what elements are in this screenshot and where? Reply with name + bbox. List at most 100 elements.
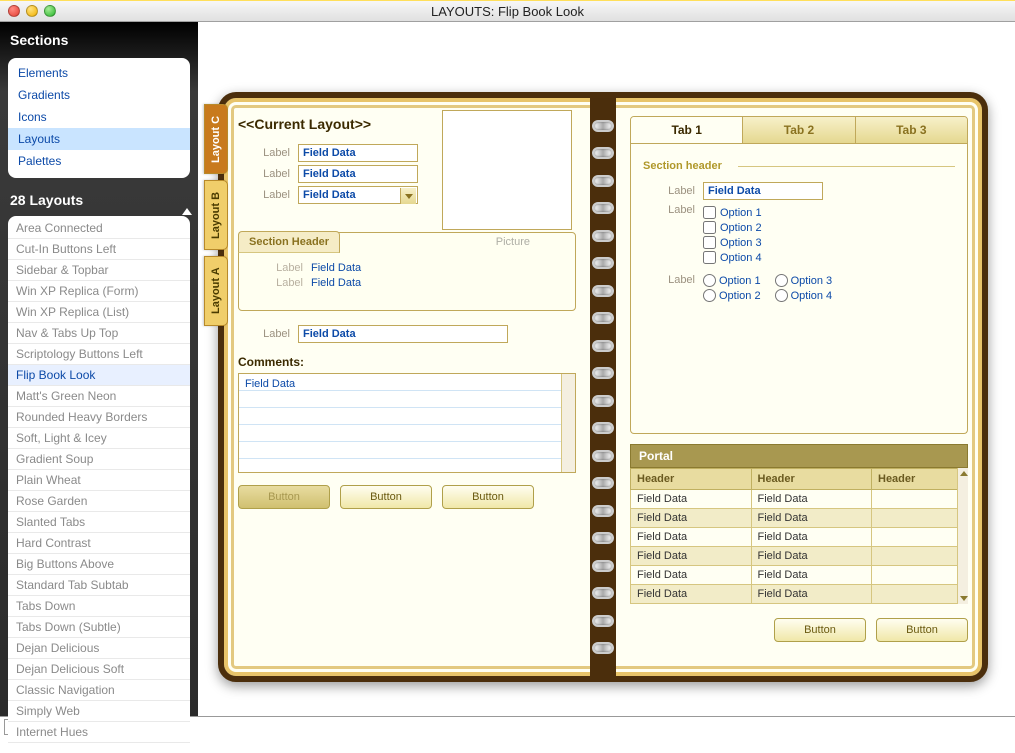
table-row[interactable]: Field DataField Data	[631, 566, 968, 585]
field-input[interactable]: Field Data	[703, 182, 823, 200]
comments-field[interactable]: Field Data	[238, 373, 576, 473]
layout-item[interactable]: Win XP Replica (Form)	[8, 281, 190, 302]
table-row[interactable]: Field DataField Data	[631, 528, 968, 547]
picture-placeholder[interactable]	[442, 110, 572, 230]
tab-bar: Tab 1Tab 2Tab 3	[630, 116, 968, 144]
field-input[interactable]: Field Data	[298, 325, 508, 343]
sections-heading: Sections	[0, 22, 198, 56]
spine-ring-icon	[592, 285, 614, 297]
spine-ring-icon	[592, 477, 614, 489]
tab[interactable]: Tab 2	[743, 117, 855, 143]
stage: Layout CLayout BLayout A <<Current Layou…	[198, 22, 1015, 716]
table-cell	[872, 490, 968, 509]
table-cell: Field Data	[751, 509, 872, 528]
section-link[interactable]: Elements	[8, 62, 190, 84]
spine-ring-icon	[592, 340, 614, 352]
spine-ring-icon	[592, 312, 614, 324]
tab[interactable]: Tab 3	[856, 117, 967, 143]
field-label: Label	[643, 274, 695, 286]
radio-option[interactable]: Option 2	[703, 289, 761, 302]
radio-option[interactable]: Option 4	[775, 289, 833, 302]
layout-item[interactable]: Area Connected	[8, 218, 190, 239]
right-page: Tab 1Tab 2Tab 3 Section header Label Fie…	[616, 98, 982, 676]
action-button[interactable]: Button	[774, 618, 866, 642]
layout-item[interactable]: Dejan Delicious Soft	[8, 659, 190, 680]
layout-item[interactable]: Slanted Tabs	[8, 512, 190, 533]
layouts-count: 28 Layouts	[0, 186, 198, 214]
layout-item[interactable]: Classic Navigation	[8, 680, 190, 701]
chevron-down-icon[interactable]	[400, 188, 416, 204]
layout-item[interactable]: Tabs Down	[8, 596, 190, 617]
checkbox-option[interactable]: Option 1	[703, 206, 762, 219]
layout-item[interactable]: Gradient Soup	[8, 449, 190, 470]
book-spine	[590, 92, 616, 682]
action-button[interactable]: Button	[876, 618, 968, 642]
layout-item[interactable]: Hard Contrast	[8, 533, 190, 554]
action-button[interactable]: Button	[340, 485, 432, 509]
section-link[interactable]: Layouts	[8, 128, 190, 150]
table-cell: Field Data	[631, 490, 752, 509]
layout-item[interactable]: Nav & Tabs Up Top	[8, 323, 190, 344]
checkbox-option[interactable]: Option 4	[703, 251, 762, 264]
table-cell: Field Data	[751, 528, 872, 547]
flipbook: <<Current Layout>> LabelField DataLabelF…	[218, 92, 988, 682]
layout-item[interactable]: Big Buttons Above	[8, 554, 190, 575]
table-row[interactable]: Field DataField Data	[631, 509, 968, 528]
table-row[interactable]: Field DataField Data	[631, 585, 968, 604]
comments-value: Field Data	[245, 378, 295, 390]
layout-item[interactable]: Matt's Green Neon	[8, 386, 190, 407]
table-cell	[872, 547, 968, 566]
table-row[interactable]: Field DataField Data	[631, 547, 968, 566]
table-cell: Field Data	[751, 585, 872, 604]
layout-item[interactable]: Scriptology Buttons Left	[8, 344, 190, 365]
layout-item[interactable]: Dejan Delicious	[8, 638, 190, 659]
layout-item[interactable]: Rose Garden	[8, 491, 190, 512]
field-label: Label	[238, 147, 290, 159]
field-value: Field Data	[311, 277, 361, 289]
layout-item[interactable]: Flip Book Look	[8, 365, 190, 386]
tab[interactable]: Tab 1	[631, 117, 743, 143]
layout-item[interactable]: Simply Web	[8, 701, 190, 722]
layout-item[interactable]: Standard Tab Subtab	[8, 575, 190, 596]
table-row[interactable]: Field DataField Data	[631, 490, 968, 509]
layout-item[interactable]: Cut-In Buttons Left	[8, 239, 190, 260]
layout-item[interactable]: Plain Wheat	[8, 470, 190, 491]
layout-item[interactable]: Soft, Light & Icey	[8, 428, 190, 449]
radio-option[interactable]: Option 3	[775, 274, 833, 287]
field-label: Label	[238, 328, 290, 340]
portal-column-header: Header	[872, 469, 968, 490]
spine-ring-icon	[592, 642, 614, 654]
layout-item[interactable]: Rounded Heavy Borders	[8, 407, 190, 428]
section-link[interactable]: Icons	[8, 106, 190, 128]
comments-label: Comments:	[238, 355, 576, 369]
section-link[interactable]: Gradients	[8, 84, 190, 106]
spine-ring-icon	[592, 532, 614, 544]
table-cell	[872, 566, 968, 585]
checkbox-option[interactable]: Option 3	[703, 236, 762, 249]
portal-table-wrap: HeaderHeaderHeader Field DataField DataF…	[630, 468, 968, 604]
scrollbar[interactable]	[957, 468, 968, 604]
action-button[interactable]: Button	[238, 485, 330, 509]
layout-item[interactable]: Internet Hues	[8, 722, 190, 743]
layout-item[interactable]: Tabs Down (Subtle)	[8, 617, 190, 638]
layout-item[interactable]: Win XP Replica (List)	[8, 302, 190, 323]
section-link[interactable]: Palettes	[8, 150, 190, 172]
checkbox-option[interactable]: Option 2	[703, 221, 762, 234]
layout-item[interactable]: Sidebar & Topbar	[8, 260, 190, 281]
sections-panel: ElementsGradientsIconsLayoutsPalettes	[8, 58, 190, 178]
scroll-down-icon[interactable]	[182, 746, 192, 753]
tab-body: Section header Label Field Data Label Op…	[630, 144, 968, 434]
spine-ring-icon	[592, 120, 614, 132]
spine-ring-icon	[592, 257, 614, 269]
field-input[interactable]: Field Data	[298, 144, 418, 162]
action-button[interactable]: Button	[442, 485, 534, 509]
radio-option[interactable]: Option 1	[703, 274, 761, 287]
section-header: Section Header	[238, 231, 340, 253]
spine-ring-icon	[592, 587, 614, 599]
scrollbar[interactable]	[561, 374, 575, 472]
table-cell: Field Data	[751, 490, 872, 509]
field-input[interactable]: Field Data	[298, 186, 418, 204]
scroll-up-icon[interactable]	[182, 208, 192, 215]
table-cell: Field Data	[751, 566, 872, 585]
field-input[interactable]: Field Data	[298, 165, 418, 183]
